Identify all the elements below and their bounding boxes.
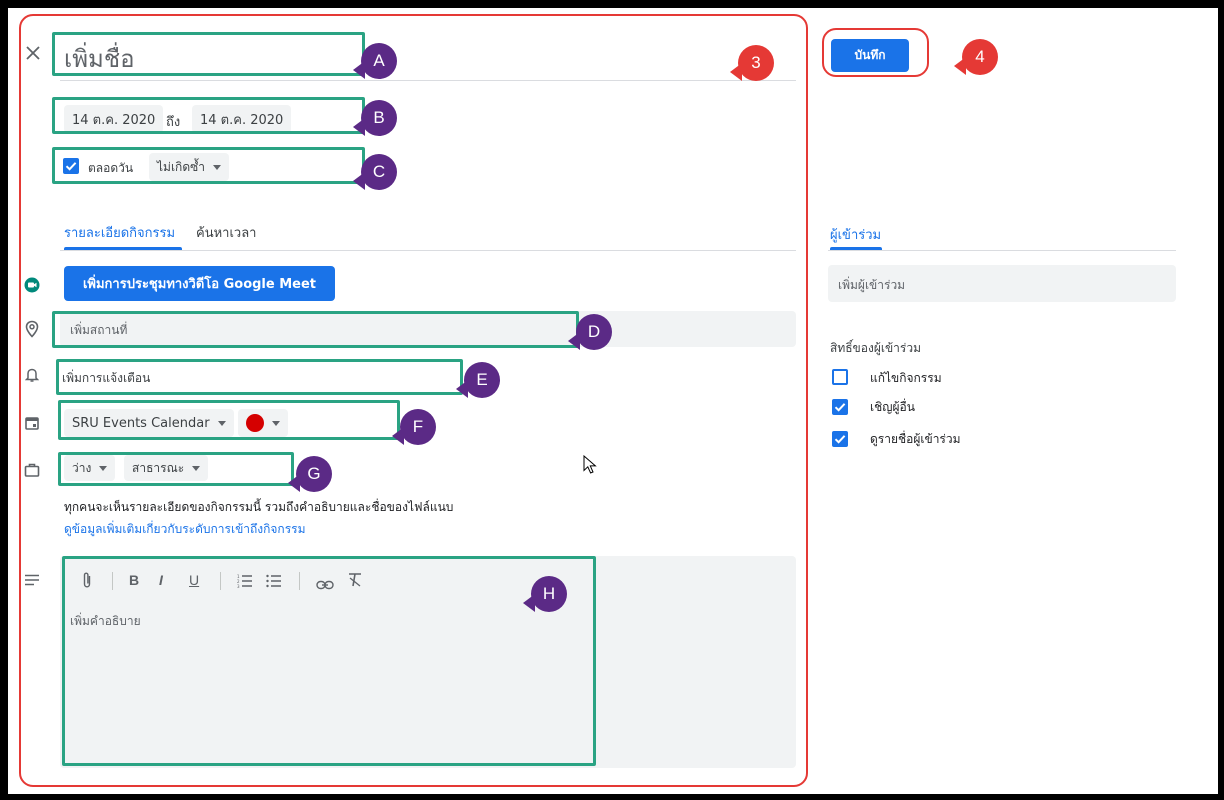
permission-modify-event-checkbox[interactable] <box>832 369 848 385</box>
guest-permissions-title: สิทธิ์ของผู้เข้าร่วม <box>830 341 921 355</box>
highlight-box-d <box>52 311 579 348</box>
permission-see-guest-list-label: ดูรายชื่อผู้เข้าร่วม <box>870 432 961 446</box>
callout-marker-a: A <box>353 43 399 79</box>
guests-tab[interactable]: ผู้เข้าร่วม <box>830 224 881 245</box>
add-guests-placeholder: เพิ่มผู้เข้าร่วม <box>838 278 906 292</box>
callout-region-4-outline <box>822 28 929 77</box>
permission-modify-event-label: แก้ไขกิจกรรม <box>870 371 942 385</box>
callout-marker-f: F <box>392 409 438 445</box>
highlight-box-g <box>58 452 294 486</box>
event-edit-page: เพิ่มชื่อ 14 ต.ค. 2020 ถึง 14 ต.ค. 2020 … <box>8 8 1218 794</box>
callout-marker-d: D <box>568 314 614 350</box>
callout-marker-e: E <box>456 362 502 398</box>
highlight-box-c <box>52 147 365 184</box>
callout-marker-4: 4 <box>954 39 1000 75</box>
callout-marker-g: G <box>288 456 334 492</box>
permission-see-guest-list-checkbox[interactable] <box>832 431 848 447</box>
callout-marker-b: B <box>353 100 399 136</box>
permission-invite-others-checkbox[interactable] <box>832 399 848 415</box>
highlight-box-f <box>58 400 400 440</box>
highlight-box-b <box>52 97 365 134</box>
guests-divider <box>828 250 1176 251</box>
permission-invite-others-label: เชิญผู้อื่น <box>870 400 915 414</box>
highlight-box-a <box>52 32 365 76</box>
highlight-box-h <box>62 556 596 766</box>
callout-marker-h: H <box>523 576 569 612</box>
highlight-box-e <box>56 359 463 395</box>
callout-marker-3: 3 <box>730 45 776 81</box>
callout-marker-c: C <box>353 154 399 190</box>
